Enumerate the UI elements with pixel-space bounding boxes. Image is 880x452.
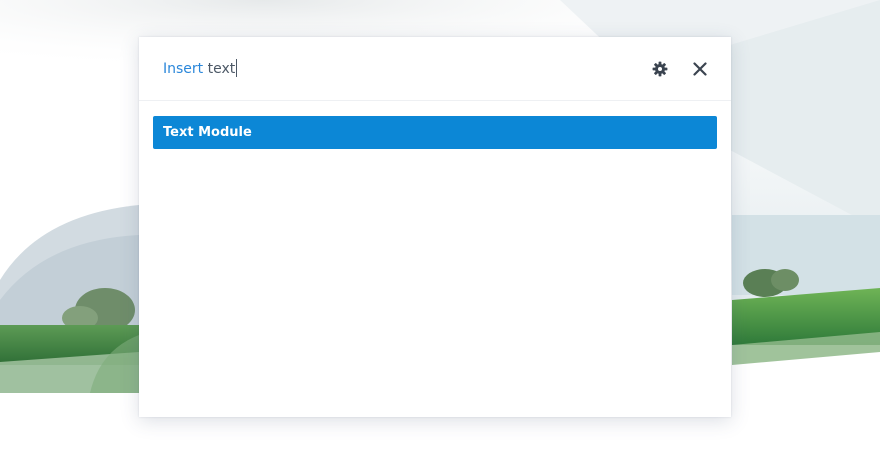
insert-module-dialog: Insert text Text Module (139, 37, 731, 417)
search-query-text[interactable]: text (208, 61, 236, 77)
result-item-text-module[interactable]: Text Module (153, 116, 717, 149)
results-list: Text Module (139, 101, 731, 149)
dialog-header: Insert text (139, 37, 731, 101)
settings-button[interactable] (648, 57, 672, 81)
text-caret (236, 59, 238, 77)
close-button[interactable] (688, 57, 712, 81)
close-icon (693, 62, 707, 76)
gear-icon (652, 61, 668, 77)
search-input[interactable]: Insert text (163, 59, 238, 79)
search-prefix-label: Insert (163, 61, 204, 77)
